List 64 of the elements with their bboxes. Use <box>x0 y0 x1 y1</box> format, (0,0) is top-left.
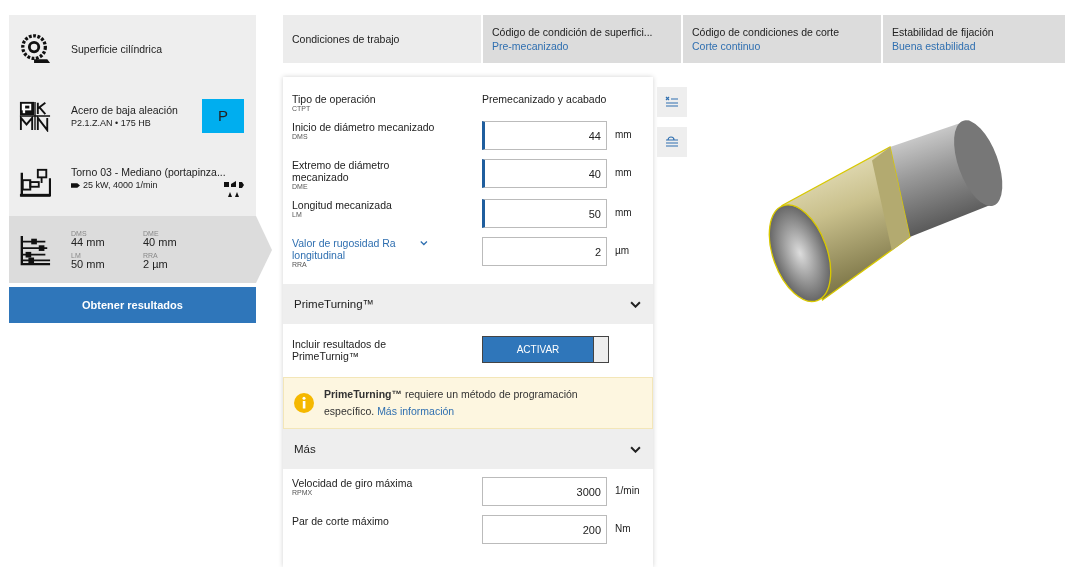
tab-value: Pre-mecanizado <box>492 40 570 52</box>
input-field[interactable]: 2 <box>482 237 607 266</box>
field-value: Premecanizado y acabado <box>482 93 607 105</box>
chevron-icon[interactable] <box>630 300 641 308</box>
tab-label: Condiciones de trabajo <box>292 33 401 45</box>
activate-toggle[interactable]: ACTIVAR <box>482 336 609 363</box>
tab-label: Estabilidad de fijación <box>892 26 995 38</box>
step-item[interactable]: Superficie cilíndrica <box>9 15 256 82</box>
unit-label: mm <box>615 129 632 140</box>
unit-label: Nm <box>615 523 631 534</box>
reset-list-icon <box>664 134 680 148</box>
step-item[interactable]: Acero de baja aleación P2.1.Z.AN • 175 HB P <box>9 82 256 149</box>
input-field[interactable]: 44 <box>482 121 607 150</box>
tab-label: Código de condición de superfici... <box>492 26 654 38</box>
step-subtitle: 25 kW, 4000 1/min <box>83 179 158 190</box>
tab-value: Buena estabilidad <box>892 40 977 52</box>
input-field[interactable]: 3000 <box>482 477 607 506</box>
step-title: Superficie cilíndrica <box>71 42 163 55</box>
clear-list-icon <box>664 94 680 108</box>
field-label: Tipo de operación <box>292 93 377 105</box>
unit-label: 1/min <box>615 485 640 496</box>
more-info-link[interactable]: Más información <box>377 405 455 417</box>
section-header[interactable]: PrimeTurning™ <box>283 284 653 324</box>
step-item[interactable]: Torno 03 - Mediano (portapinza... 25 kW, 4000 1/min <box>9 149 256 216</box>
tab-label: Código de condiciones de corte <box>692 26 841 38</box>
parameter-value: 40 mm <box>143 236 178 248</box>
tab[interactable]: Código de condición de superfici... Pre-mecanizado <box>483 15 681 63</box>
unit-label: µm <box>615 245 630 256</box>
field-label: Longitud mecanizada <box>292 199 393 211</box>
section-title: PrimeTurning™ <box>294 298 375 310</box>
field-label: Inicio de diámetro mecanizado <box>292 121 436 133</box>
field-label: Par de corte máximo <box>292 515 390 527</box>
chevron-icon[interactable] <box>630 445 641 453</box>
section-header[interactable]: Más <box>283 429 653 469</box>
tab[interactable]: Código de condiciones de corte Corte continuo <box>683 15 881 63</box>
input-field[interactable]: 200 <box>482 515 607 544</box>
coolant-icon <box>222 179 246 200</box>
step-title: Torno 03 - Mediano (portapinza... <box>71 165 227 178</box>
lathe-icon <box>19 166 51 199</box>
spindle-icon <box>71 182 80 188</box>
notice-text: PrimeTurning™ requiere un método de programación específico. Más información <box>324 387 579 419</box>
get-results-button[interactable]: Obtener resultados <box>9 287 256 323</box>
material-grid-icon <box>19 99 51 132</box>
input-field[interactable]: 50 <box>482 199 607 228</box>
tab[interactable]: Condiciones de trabajo <box>283 15 481 63</box>
step-subtitle: P2.1.Z.AN • 175 HB <box>71 117 152 128</box>
tab-value: Corte continuo <box>692 40 762 52</box>
unit-label: mm <box>615 207 632 218</box>
input-field[interactable]: 40 <box>482 159 607 188</box>
saw-blade-icon <box>19 32 51 65</box>
unit-label: mm <box>615 167 632 178</box>
section-title: Más <box>294 443 316 455</box>
parameter-value: 2 µm <box>143 258 169 270</box>
tab[interactable]: Estabilidad de fijación Buena estabilidad <box>883 15 1065 63</box>
step-title: Acero de baja aleación <box>71 103 179 116</box>
info-icon <box>294 393 314 413</box>
field-label: Velocidad de giro máxima <box>292 477 414 489</box>
parameter-value: 44 mm <box>71 236 106 248</box>
parameters-icon <box>19 233 51 266</box>
parameter-value: 50 mm <box>71 258 106 270</box>
field-label[interactable]: Valor de rugosidad Ra longitudinal <box>292 237 421 261</box>
material-badge: P <box>202 98 244 133</box>
toggle-label: Incluir resultados de PrimeTurnig™ <box>292 337 387 362</box>
field-label: Extremo de diámetro mecanizado <box>292 159 391 183</box>
